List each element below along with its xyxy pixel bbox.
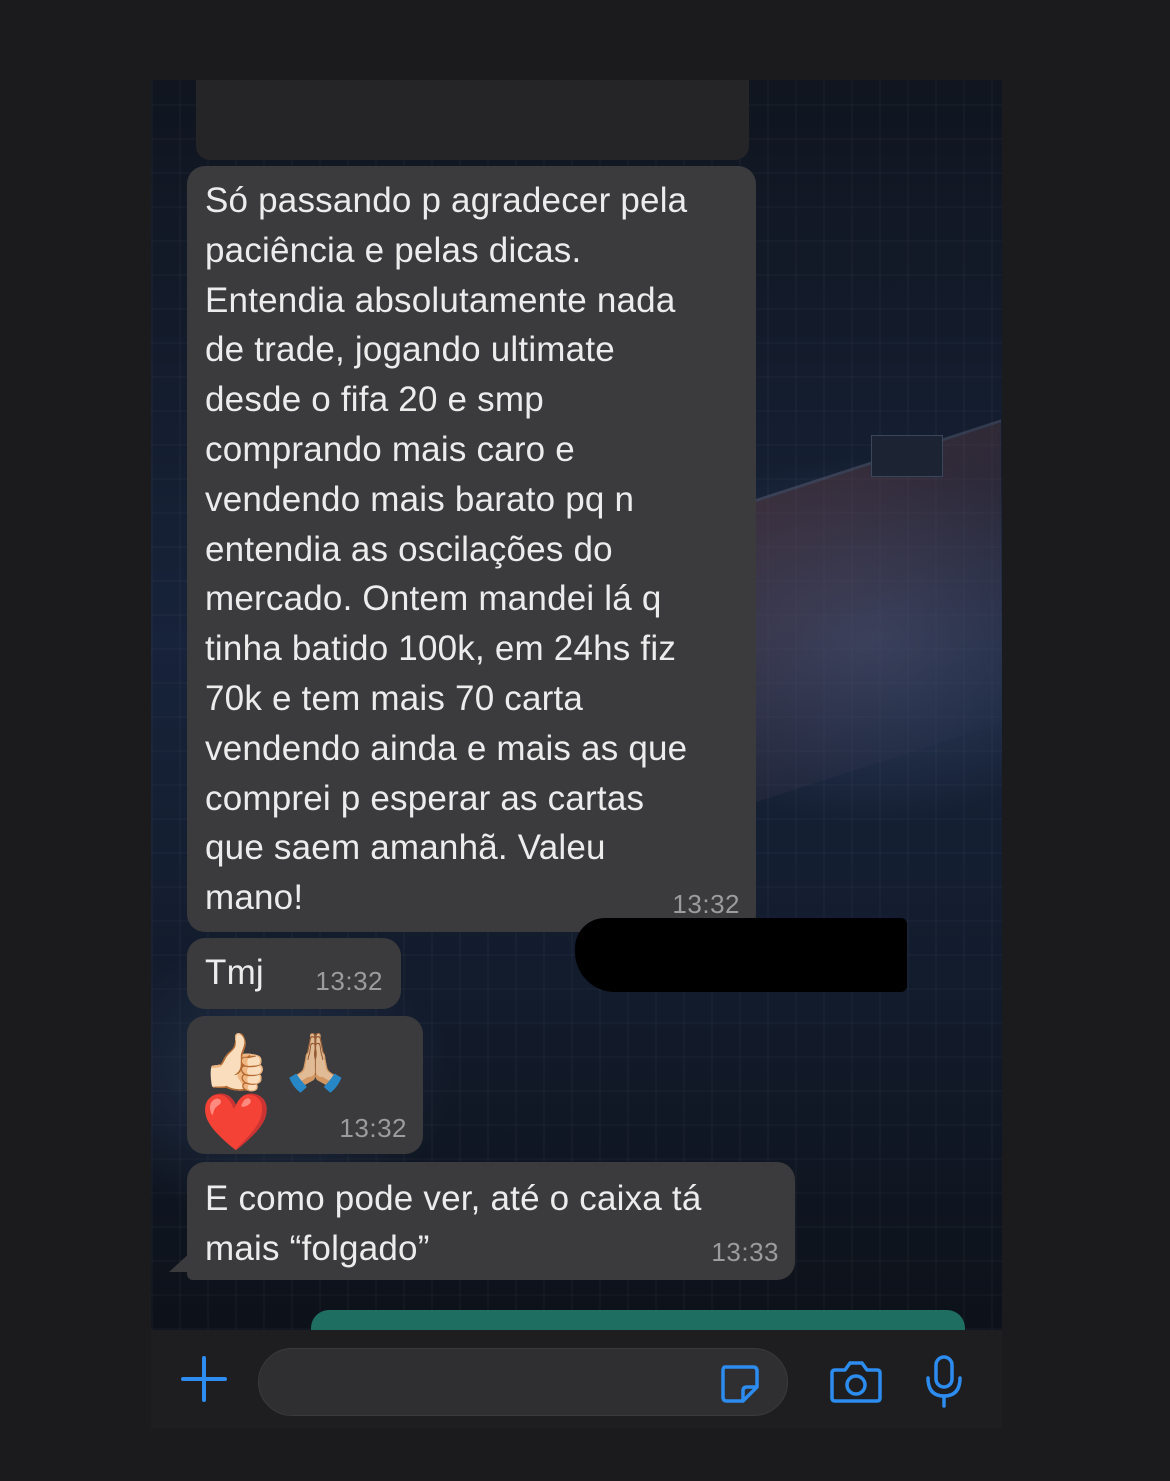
message-bubble[interactable]: Só passando p agradecer pela paciência e… [187, 166, 756, 932]
composer-bar [151, 1330, 1002, 1428]
message-time: 13:32 [339, 1113, 407, 1143]
message-bubble[interactable]: 👍🏻🙏🏼❤️ 13:32 [187, 1016, 423, 1154]
previous-message-bubble[interactable] [196, 80, 749, 160]
wallpaper-scoreboard [871, 435, 943, 477]
message-input[interactable] [258, 1348, 788, 1416]
message-bubble[interactable]: Tmj 13:32 [187, 938, 401, 1009]
camera-icon[interactable] [829, 1358, 883, 1404]
message-time: 13:32 [672, 889, 740, 919]
message-bubble[interactable]: E como pode ver, até o caixa tá mais “fo… [187, 1162, 795, 1280]
message-time: 13:32 [315, 966, 383, 996]
message-text: E como pode ver, até o caixa tá mais “fo… [205, 1179, 702, 1268]
message-time: 13:33 [711, 1237, 779, 1267]
microphone-icon[interactable] [923, 1354, 965, 1410]
sticker-icon[interactable] [717, 1361, 761, 1405]
plus-icon[interactable] [179, 1354, 229, 1404]
chat-screen: Só passando p agradecer pela paciência e… [151, 80, 1002, 1428]
redaction-mark [575, 918, 907, 992]
message-text: Só passando p agradecer pela paciência e… [205, 181, 688, 918]
wallpaper-stadium [751, 419, 1001, 804]
